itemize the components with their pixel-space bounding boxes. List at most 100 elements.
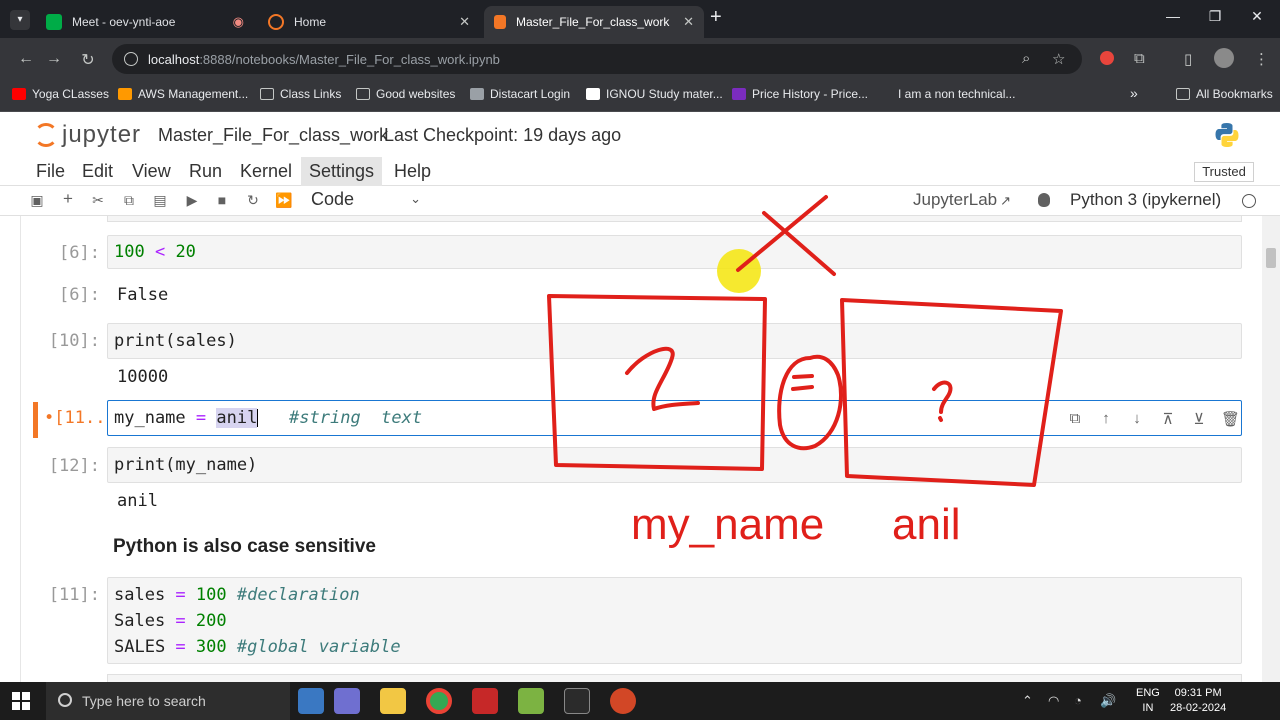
close-tab-icon[interactable]: ◉ (233, 14, 244, 30)
trusted-badge[interactable]: Trusted (1194, 162, 1254, 182)
copy-icon[interactable]: ⧉ (120, 192, 138, 209)
active-code-cell-input[interactable]: my_name = anil #string text ⧉ ↑ ↓ ⊼ ⊻ 🗑 (107, 400, 1242, 436)
profile-avatar[interactable] (1214, 48, 1234, 68)
tab-title: Home (294, 15, 327, 29)
side-panel-icon[interactable]: ▯ (1184, 50, 1192, 68)
menu-settings[interactable]: Settings (301, 157, 383, 186)
show-hidden-icons-icon[interactable]: ⌃ (1022, 693, 1033, 709)
paste-icon[interactable]: ▤ (151, 192, 169, 209)
bookmark-star-icon[interactable]: ☆ (1052, 50, 1065, 68)
taskbar-search-box[interactable]: Type here to search (46, 682, 290, 720)
site-info-icon[interactable] (124, 52, 138, 66)
address-bar[interactable]: localhost:8888/notebooks/Master_File_For… (112, 44, 1082, 74)
code-cell-input[interactable]: sales = 100 #declaration Sales = 200 SAL… (107, 577, 1242, 664)
chrome-icon[interactable] (426, 688, 452, 714)
close-tab-icon[interactable]: ✕ (683, 14, 694, 30)
jupyterlab-link[interactable]: JupyterLab ↗ (913, 190, 1011, 210)
notebook-toolbar: ▣ + ✂ ⧉ ▤ ▶ ■ ↻ ⏩ Code ⌄ JupyterLab ↗ Pyt… (0, 186, 1280, 216)
browser-menu-icon[interactable]: ⋮ (1254, 50, 1269, 68)
code-cell-input[interactable]: print(my_name) (107, 447, 1242, 483)
output-prompt: [6]: (59, 285, 100, 305)
code-token: = (165, 611, 196, 631)
menu-view[interactable]: View (132, 161, 171, 182)
window-close-icon[interactable]: ✕ (1234, 8, 1280, 25)
code-token: 20 (175, 242, 196, 262)
bookmark-yoga[interactable]: Yoga CLasses (12, 87, 109, 101)
jupyter-logo[interactable]: jupyter (34, 121, 141, 149)
menu-kernel[interactable]: Kernel (240, 161, 292, 182)
bookmark-price-history[interactable]: Price History - Price... (732, 87, 868, 101)
scrollbar-thumb[interactable] (1266, 248, 1276, 268)
satellite-app-icon[interactable] (334, 688, 360, 714)
zoom-icon[interactable]: ⌕ (1022, 50, 1030, 67)
maximize-icon[interactable]: ❐ (1192, 8, 1238, 25)
back-icon[interactable]: ← (16, 50, 36, 68)
bookmark-non-technical[interactable]: I am a non technical... (878, 87, 1015, 101)
restart-run-all-icon[interactable]: ⏩ (275, 192, 293, 209)
run-icon[interactable]: ▶ (183, 192, 201, 209)
new-tab-button[interactable]: + (710, 6, 722, 29)
code-line: my_name = anil #string text (114, 408, 422, 428)
kernel-name[interactable]: Python 3 (ipykernel) (1070, 190, 1221, 210)
minimize-icon[interactable]: — (1150, 8, 1196, 24)
bookmark-class-links[interactable]: Class Links (260, 87, 341, 101)
reload-icon[interactable]: ↻ (78, 50, 98, 70)
menu-run[interactable]: Run (189, 161, 222, 182)
notebook-panel: [6]: 100 < 20 [6]: False [10]: print(sal… (0, 216, 1280, 682)
tab-search-button[interactable]: ▾ (10, 10, 30, 30)
code-cell-input[interactable]: 100 < 20 (107, 235, 1242, 269)
move-down-icon[interactable]: ↓ (1128, 410, 1146, 427)
ignou-icon (586, 88, 600, 100)
save-icon[interactable]: ▣ (28, 192, 46, 209)
bookmark-label: IGNOU Study mater... (606, 87, 723, 101)
text-cursor (257, 409, 259, 427)
bookmark-label: Distacart Login (490, 87, 571, 101)
cell-type-select[interactable]: Code ⌄ (311, 189, 421, 210)
notebook-scrollbar[interactable] (1262, 216, 1280, 682)
bookmarks-overflow-button[interactable]: » (1130, 85, 1138, 101)
extension-icon[interactable] (1100, 51, 1114, 65)
restart-icon[interactable]: ↻ (244, 192, 262, 209)
close-tab-icon[interactable]: ✕ (459, 14, 470, 30)
tab-home[interactable]: Home ✕ (258, 6, 480, 38)
code-comment: #global variable (226, 637, 401, 657)
duplicate-cell-icon[interactable]: ⧉ (1066, 410, 1084, 427)
meet-icon (46, 14, 62, 30)
wifi-icon[interactable]: ◔ (1074, 693, 1082, 708)
terminal-icon[interactable] (564, 688, 590, 714)
notebook-title[interactable]: Master_File_For_class_work (158, 125, 388, 146)
speaker-icon[interactable]: 🔊 (1100, 693, 1116, 709)
tab-meet[interactable]: Meet - oev-ynti-aoe ◉ (36, 6, 258, 38)
file-explorer-icon[interactable] (380, 688, 406, 714)
forward-icon[interactable]: → (44, 50, 64, 68)
windows-start-icon[interactable] (12, 692, 30, 710)
menu-edit[interactable]: Edit (82, 161, 113, 182)
insert-below-icon[interactable]: ⊻ (1190, 410, 1208, 428)
widgets-icon[interactable] (298, 688, 324, 714)
recorder-app-icon[interactable] (472, 688, 498, 714)
insert-above-icon[interactable]: ⊼ (1159, 410, 1177, 428)
cut-icon[interactable]: ✂ (89, 192, 107, 209)
notepad-plus-icon[interactable] (518, 688, 544, 714)
input-language[interactable]: ENG IN (1136, 686, 1160, 716)
bookmark-distacart[interactable]: Distacart Login (470, 87, 570, 101)
add-cell-icon[interactable]: + (59, 189, 77, 209)
code-line: print(my_name) (114, 455, 258, 475)
extensions-puzzle-icon[interactable]: ⧉ (1134, 50, 1145, 67)
code-cell-input[interactable]: print(sales) (107, 323, 1242, 359)
tab-notebook[interactable]: Master_File_For_class_work ✕ (484, 6, 704, 38)
bookmark-good-websites[interactable]: Good websites (356, 87, 455, 101)
all-bookmarks[interactable]: All Bookmarks (1176, 87, 1273, 101)
bookmark-label: Class Links (280, 87, 342, 101)
debugger-icon[interactable] (1038, 193, 1050, 207)
system-clock[interactable]: 09:31 PM 28-02-2024 (1170, 686, 1226, 716)
menu-help[interactable]: Help (394, 161, 431, 182)
move-up-icon[interactable]: ↑ (1097, 410, 1115, 427)
powerpoint-icon[interactable] (610, 688, 636, 714)
bookmark-aws[interactable]: AWS Management... (118, 87, 248, 101)
network-icon[interactable]: ◠ (1048, 693, 1059, 709)
menu-file[interactable]: File (36, 161, 65, 182)
stop-icon[interactable]: ■ (213, 192, 231, 208)
bookmark-ignou[interactable]: IGNOU Study mater... (586, 87, 723, 101)
delete-cell-icon[interactable]: 🗑 (1221, 410, 1240, 428)
